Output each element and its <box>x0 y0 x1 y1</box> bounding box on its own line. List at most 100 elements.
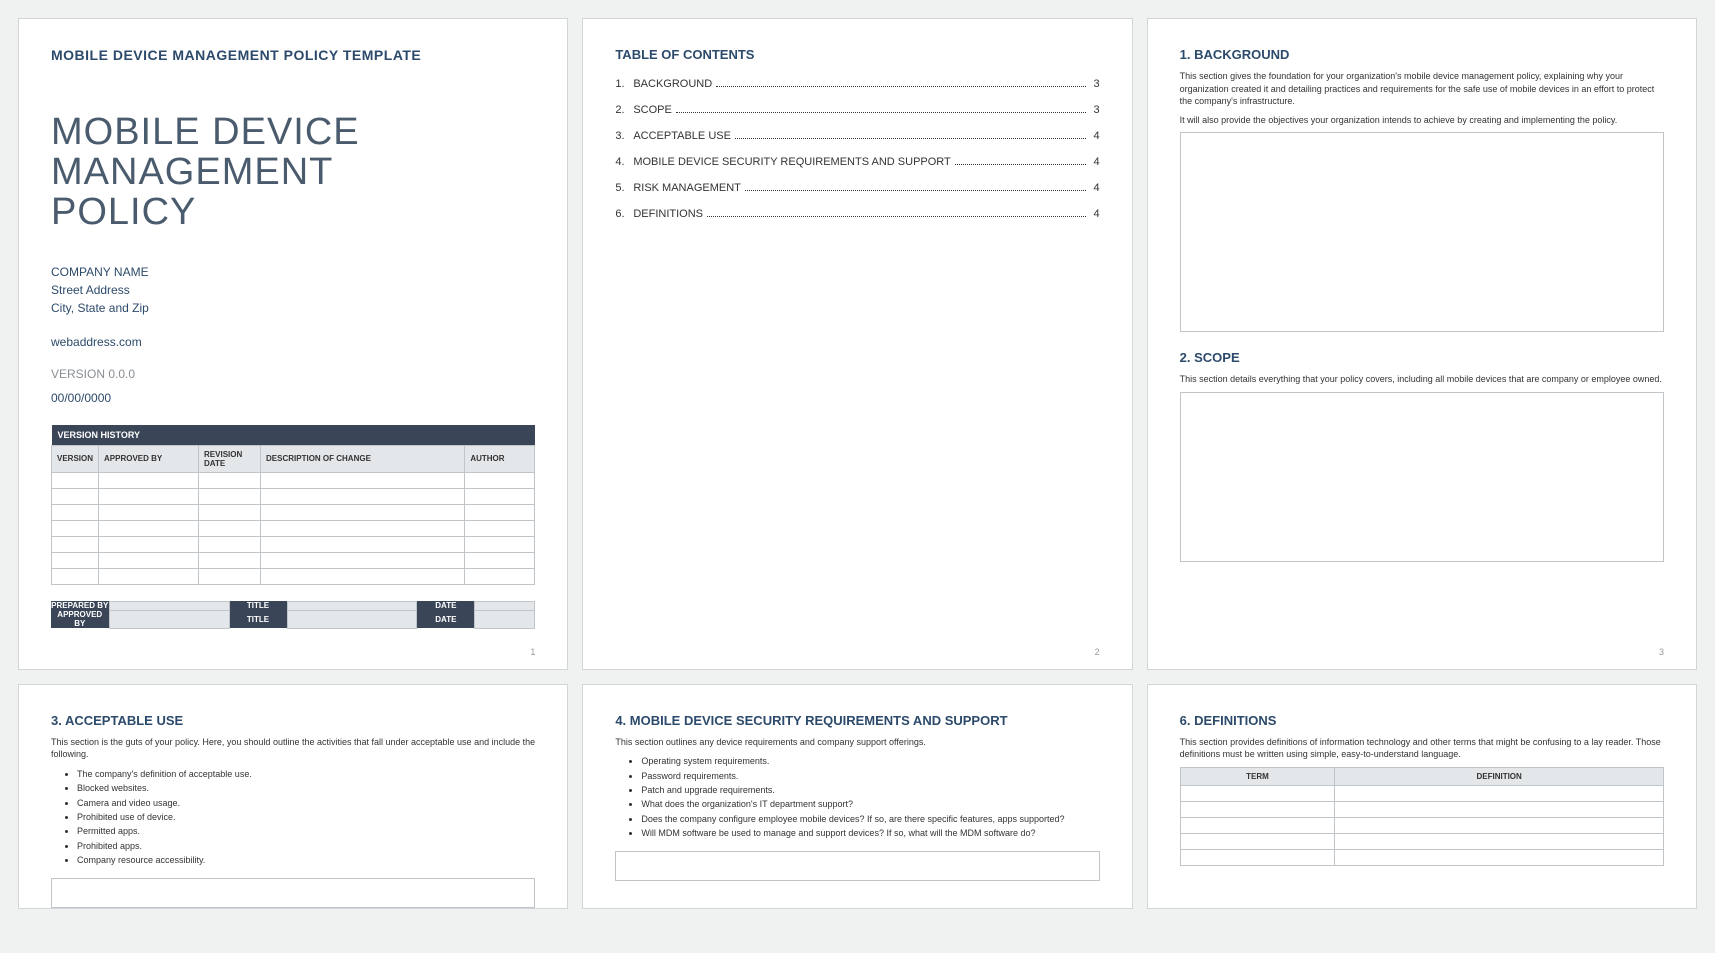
table-row <box>1180 817 1663 833</box>
title-line-2: MANAGEMENT <box>51 151 333 193</box>
toc-label: MOBILE DEVICE SECURITY REQUIREMENTS AND … <box>633 156 950 168</box>
page-6: 6. DEFINITIONS This section provides def… <box>1147 684 1697 909</box>
toc-num: 1. <box>615 78 633 90</box>
section-2-heading: 2. SCOPE <box>1180 350 1664 365</box>
toc-row: 5.RISK MANAGEMENT4 <box>615 182 1099 194</box>
list-item: What does the organization's IT departme… <box>641 797 1099 811</box>
col-revdate: REVISION DATE <box>199 445 261 472</box>
section-1-heading: 1. BACKGROUND <box>1180 47 1664 62</box>
section-3-heading: 3. ACCEPTABLE USE <box>51 713 535 728</box>
list-item: Password requirements. <box>641 769 1099 783</box>
list-item: The company's definition of acceptable u… <box>77 767 535 781</box>
toc-label: SCOPE <box>633 104 672 116</box>
section-4-input-box <box>615 851 1099 881</box>
page-grid: MOBILE DEVICE MANAGEMENT POLICY TEMPLATE… <box>18 18 1697 909</box>
toc-num: 2. <box>615 104 633 116</box>
toc-num: 5. <box>615 182 633 194</box>
section-6-para: This section provides definitions of inf… <box>1180 736 1664 761</box>
title-label-2: TITLE <box>229 610 287 628</box>
list-item: Camera and video usage. <box>77 796 535 810</box>
table-row <box>52 552 535 568</box>
toc-page: 4 <box>1090 130 1100 142</box>
title-field <box>287 601 417 610</box>
list-item: Permitted apps. <box>77 824 535 838</box>
section-1-para-2: It will also provide the objectives your… <box>1180 114 1664 127</box>
signoff-table: PREPARED BY TITLE DATE APPROVED BY TITLE… <box>51 601 535 629</box>
section-6-heading: 6. DEFINITIONS <box>1180 713 1664 728</box>
toc-list: 1.BACKGROUND 3 2.SCOPE 3 3.ACCEPTABLE USE4 4.… <box>615 78 1099 220</box>
date-label: DATE <box>417 601 475 610</box>
list-item: Will MDM software be used to manage and … <box>641 826 1099 840</box>
table-row <box>52 472 535 488</box>
section-4-heading: 4. MOBILE DEVICE SECURITY REQUIREMENTS A… <box>615 713 1099 728</box>
toc-num: 4. <box>615 156 633 168</box>
toc-label: RISK MANAGEMENT <box>633 182 741 194</box>
toc-heading: TABLE OF CONTENTS <box>615 47 1099 62</box>
toc-page: 3 <box>1090 104 1100 116</box>
definitions-table: TERM DEFINITION <box>1180 767 1664 866</box>
page-number: 3 <box>1659 647 1664 657</box>
company-block: COMPANY NAME Street Address City, State … <box>51 263 535 317</box>
page-4: 3. ACCEPTABLE USE This section is the gu… <box>18 684 568 909</box>
col-desc: DESCRIPTION OF CHANGE <box>261 445 465 472</box>
section-1-input-box <box>1180 132 1664 332</box>
version-history-table: VERSION HISTORY VERSION APPROVED BY REVI… <box>51 425 535 585</box>
table-row <box>52 536 535 552</box>
date-field-2 <box>475 610 535 628</box>
col-term: TERM <box>1180 767 1335 785</box>
title-label: TITLE <box>229 601 287 610</box>
toc-row: 4.MOBILE DEVICE SECURITY REQUIREMENTS AN… <box>615 156 1099 168</box>
title-line-1: MOBILE DEVICE <box>51 111 360 153</box>
list-item: Blocked websites. <box>77 781 535 795</box>
prepared-by-field <box>109 601 229 610</box>
toc-dots <box>676 112 1086 113</box>
toc-row: 3.ACCEPTABLE USE4 <box>615 130 1099 142</box>
section-3-input-box <box>51 878 535 908</box>
toc-dots <box>955 164 1086 165</box>
list-item: Does the company configure employee mobi… <box>641 812 1099 826</box>
vh-title: VERSION HISTORY <box>52 425 535 446</box>
company-name: COMPANY NAME <box>51 263 535 281</box>
section-1-para-1: This section gives the foundation for yo… <box>1180 70 1664 108</box>
toc-dots <box>707 216 1086 217</box>
page-3: 1. BACKGROUND This section gives the fou… <box>1147 18 1697 670</box>
col-approved: APPROVED BY <box>99 445 199 472</box>
toc-row: 2.SCOPE 3 <box>615 104 1099 116</box>
table-row <box>52 520 535 536</box>
toc-page: 3 <box>1090 78 1100 90</box>
toc-dots <box>716 86 1085 87</box>
table-row <box>1180 801 1663 817</box>
table-row <box>52 504 535 520</box>
approved-by-field <box>109 610 229 628</box>
doc-title: MOBILE DEVICE MANAGEMENT POLICY <box>51 113 535 233</box>
date-label-2: DATE <box>417 610 475 628</box>
section-2-para-1: This section details everything that you… <box>1180 373 1664 386</box>
list-item: Prohibited apps. <box>77 839 535 853</box>
toc-row: 6.DEFINITIONS4 <box>615 208 1099 220</box>
page-2: TABLE OF CONTENTS 1.BACKGROUND 3 2.SCOPE 3 3… <box>582 18 1132 670</box>
table-row <box>1180 785 1663 801</box>
section-4-bullets: Operating system requirements.Password r… <box>641 754 1099 840</box>
section-3-bullets: The company's definition of acceptable u… <box>77 767 535 868</box>
list-item: Company resource accessibility. <box>77 853 535 867</box>
table-row <box>52 568 535 584</box>
list-item: Operating system requirements. <box>641 754 1099 768</box>
toc-dots <box>735 138 1086 139</box>
template-label: MOBILE DEVICE MANAGEMENT POLICY TEMPLATE <box>51 47 535 63</box>
col-author: AUTHOR <box>465 445 535 472</box>
doc-date: 00/00/0000 <box>51 391 535 405</box>
web-address: webaddress.com <box>51 335 535 349</box>
table-row <box>1180 849 1663 865</box>
section-3-para: This section is the guts of your policy.… <box>51 736 535 761</box>
toc-num: 3. <box>615 130 633 142</box>
table-row <box>52 488 535 504</box>
city-state-zip: City, State and Zip <box>51 299 535 317</box>
street-address: Street Address <box>51 281 535 299</box>
approved-by-label: APPROVED BY <box>51 610 109 628</box>
toc-label: BACKGROUND <box>633 78 712 90</box>
col-version: VERSION <box>52 445 99 472</box>
page-1: MOBILE DEVICE MANAGEMENT POLICY TEMPLATE… <box>18 18 568 670</box>
toc-dots <box>745 190 1086 191</box>
toc-page: 4 <box>1090 208 1100 220</box>
toc-row: 1.BACKGROUND 3 <box>615 78 1099 90</box>
